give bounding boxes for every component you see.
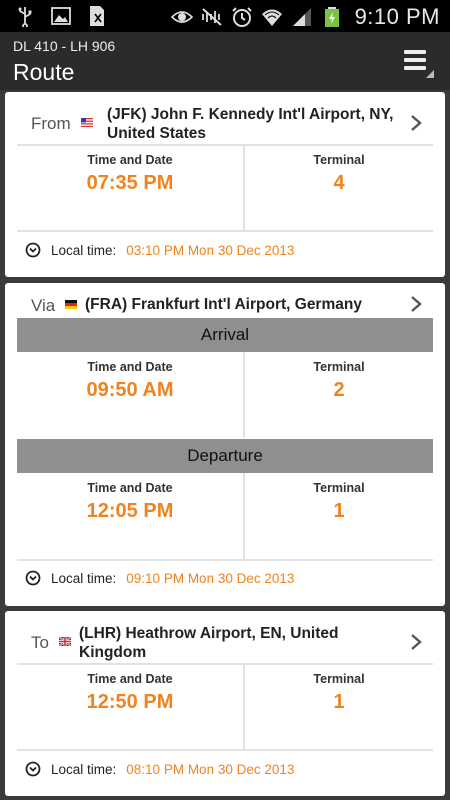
divider [17,144,433,146]
local-time-label: Local time: [51,242,117,258]
origin-prefix: From [31,114,71,133]
divider [17,230,433,232]
divider [17,749,433,751]
clock-icon [25,761,41,777]
stopover-prefix: Via [31,296,56,315]
clock: 9:10 PM [354,4,440,29]
local-time-row: Local time: 09:10 PM Mon 30 Dec 2013 [25,570,294,586]
usb-icon [18,7,32,27]
divider [17,559,433,561]
arrival-terminal: 2 [333,379,345,401]
arrival-time: 09:50 AM [86,379,174,401]
local-time-value: 09:10 PM Mon 30 Dec 2013 [126,570,295,586]
local-time-value: 08:10 PM Mon 30 Dec 2013 [126,761,295,777]
stopover-airport: (FRA) Frankfurt Int'l Airport, Germany [85,296,362,313]
local-time-row: Local time: 08:10 PM Mon 30 Dec 2013 [25,761,294,777]
time-date-label: Time and Date [87,481,173,495]
clock-icon [25,570,41,586]
departure-terminal: 4 [333,172,345,194]
departure-time: 12:05 PM [86,500,174,522]
stopover-row[interactable]: Via (FRA) Frankfurt Int'l Airport, Germa… [5,283,445,317]
local-time-label: Local time: [51,570,117,586]
alarm-icon [231,7,252,27]
terminal-label: Terminal [313,481,365,495]
mute-icon [201,8,222,26]
eye-icon [170,11,193,23]
time-date-label: Time and Date [87,360,173,374]
destination-card: To (LHR) Heathrow Airport, EN, United Ki… [5,611,445,796]
image-icon [51,7,71,25]
departure-terminal: 1 [333,500,345,522]
terminal-label: Terminal [313,360,365,374]
departure-band: Departure [17,439,433,473]
us-flag-icon [81,118,93,127]
terminal-label: Terminal [313,153,365,167]
uk-flag-icon [59,637,71,646]
destination-row[interactable]: To (LHR) Heathrow Airport, EN, United Ki… [5,611,445,663]
local-time-row: Local time: 03:10 PM Mon 30 Dec 2013 [25,242,294,258]
time-date-label: Time and Date [87,672,173,686]
divider [17,663,433,665]
flight-numbers: DL 410 - LH 906 [13,38,116,54]
sim-icon [90,6,104,26]
destination-airport: (LHR) Heathrow Airport, EN, United Kingd… [79,625,339,661]
local-time-label: Local time: [51,761,117,777]
origin-card: From (JFK) John F. Kennedy Int'l Airport… [5,92,445,277]
stopover-card: Via (FRA) Frankfurt Int'l Airport, Germa… [5,283,445,606]
app-bar: DL 410 - LH 906 Route [0,32,450,90]
clock-icon [25,242,41,258]
wifi-icon [261,9,282,26]
destination-prefix: To [31,633,49,652]
status-bar: 9:10 PM [0,0,450,32]
page-title: Route [13,59,75,85]
arrival-terminal: 1 [333,691,345,713]
chevron-right-icon[interactable] [409,295,423,313]
chevron-right-icon[interactable] [409,633,423,651]
time-date-label: Time and Date [87,153,173,167]
germany-flag-icon [65,300,77,309]
arrival-time: 12:50 PM [86,691,174,713]
departure-time: 07:35 PM [86,172,174,194]
terminal-label: Terminal [313,672,365,686]
origin-airport: (JFK) John F. Kennedy Int'l Airport, NY,… [107,106,394,142]
arrival-band: Arrival [17,318,433,352]
menu-icon[interactable] [402,46,436,80]
battery-icon [324,7,339,27]
local-time-value: 03:10 PM Mon 30 Dec 2013 [126,242,295,258]
origin-row[interactable]: From (JFK) John F. Kennedy Int'l Airport… [5,92,445,144]
signal-icon [292,8,311,26]
chevron-right-icon[interactable] [409,114,423,132]
